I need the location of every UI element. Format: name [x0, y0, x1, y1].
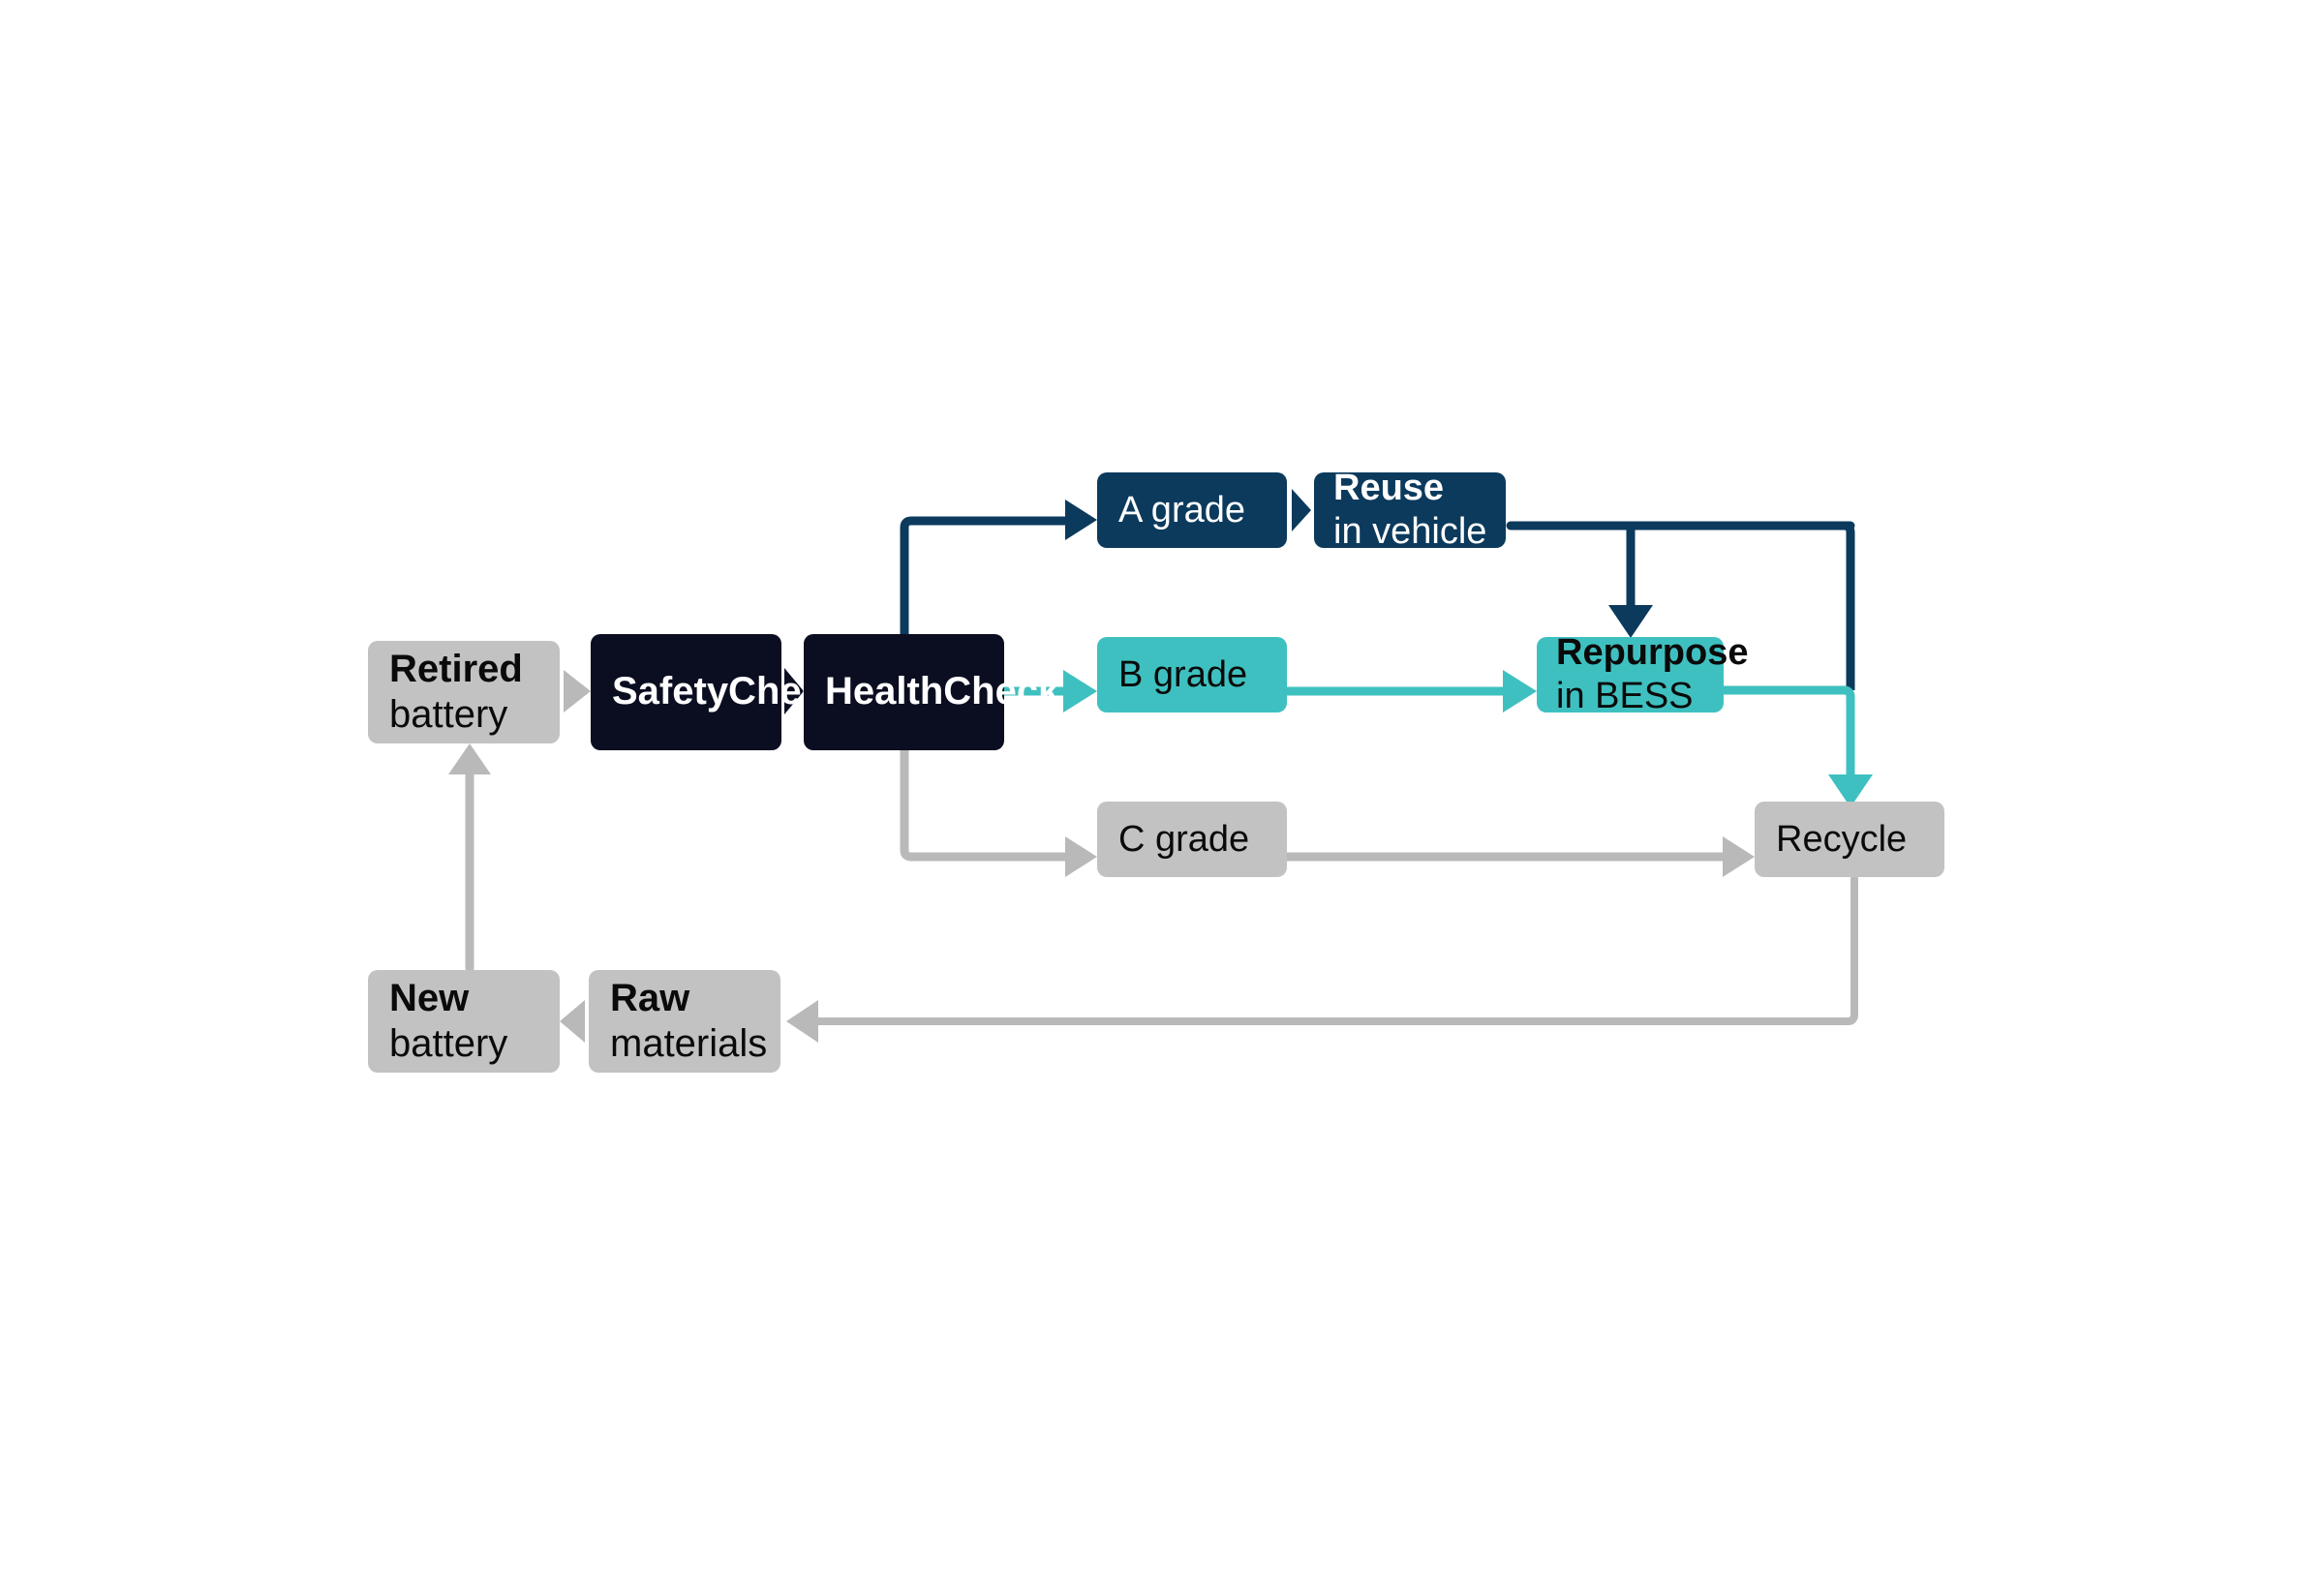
edge-recycle-to-raw-materials: [786, 875, 1858, 1043]
node-reuse-in-vehicle[interactable]: Reuse in vehicle: [1314, 468, 1506, 552]
node-retired-battery-line2: battery: [389, 693, 508, 736]
node-recycle[interactable]: Recycle: [1755, 802, 1944, 877]
edge-a-grade-to-reuse: [1292, 489, 1311, 531]
edge-raw-materials-to-new-battery: [560, 1000, 585, 1043]
node-c-grade-label: C grade: [1118, 818, 1250, 860]
edge-new-battery-to-retired-battery: [448, 743, 491, 973]
flowchart-edges: [448, 489, 1873, 1043]
flowchart-canvas: Retired battery SafetyCheck HealthCheck …: [0, 0, 2324, 1577]
node-health-check-label: HealthCheck: [825, 670, 1060, 713]
edge-health-to-a-grade: [900, 500, 1097, 639]
node-repurpose-in-bess[interactable]: Repurpose in BESS: [1537, 632, 1748, 716]
node-new-battery-line2: battery: [389, 1022, 508, 1065]
node-safety-check[interactable]: SafetyCheck: [591, 634, 845, 750]
edge-health-to-c-grade: [900, 745, 1097, 877]
node-reuse-in-vehicle-line2: in vehicle: [1333, 511, 1487, 552]
node-reuse-in-vehicle-line1: Reuse: [1333, 468, 1445, 509]
edge-reuse-to-repurpose: [1506, 521, 1855, 638]
node-repurpose-in-bess-line1: Repurpose: [1556, 632, 1749, 674]
node-retired-battery-line1: Retired: [389, 647, 523, 690]
node-c-grade[interactable]: C grade: [1097, 802, 1287, 877]
node-safety-check-label: SafetyCheck: [612, 670, 845, 713]
node-new-battery[interactable]: New battery: [368, 970, 560, 1073]
edge-b-grade-to-repurpose: [1282, 670, 1537, 713]
node-new-battery-line1: New: [389, 976, 470, 1019]
node-health-check[interactable]: HealthCheck: [804, 634, 1060, 750]
node-raw-materials[interactable]: Raw materials: [589, 970, 780, 1073]
edge-reuse-to-recycle: [1843, 521, 1855, 690]
edge-retired-battery-to-safety-check: [564, 670, 591, 713]
node-raw-materials-line1: Raw: [610, 976, 690, 1019]
node-a-grade-label: A grade: [1118, 489, 1245, 531]
node-b-grade-label: B grade: [1118, 653, 1248, 695]
edge-repurpose-to-recycle: [1719, 685, 1873, 807]
node-repurpose-in-bess-line2: in BESS: [1556, 676, 1694, 716]
node-recycle-label: Recycle: [1776, 818, 1908, 860]
node-retired-battery[interactable]: Retired battery: [368, 641, 560, 743]
node-raw-materials-line2: materials: [610, 1022, 768, 1065]
node-b-grade[interactable]: B grade: [1097, 637, 1287, 713]
node-a-grade[interactable]: A grade: [1097, 472, 1287, 548]
edge-c-grade-to-recycle: [1282, 836, 1755, 877]
